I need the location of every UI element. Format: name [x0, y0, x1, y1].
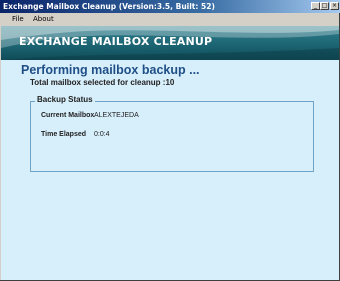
menu-about[interactable]: About — [33, 15, 54, 24]
time-elapsed-value: 0:0:4 — [94, 131, 110, 138]
minimize-button[interactable]: _ — [311, 2, 320, 10]
header-banner: EXCHANGE MAILBOX CLEANUP — [1, 26, 339, 60]
app-window: Exchange Mailbox Cleanup (Version:3.5, B… — [0, 0, 340, 281]
window-title: Exchange Mailbox Cleanup (Version:3.5, B… — [3, 2, 215, 11]
time-elapsed-label: Time Elapsed — [41, 131, 87, 138]
menu-file[interactable]: File — [12, 15, 24, 24]
menu-bar: File About — [0, 13, 339, 26]
banner-title: EXCHANGE MAILBOX CLEANUP — [19, 35, 213, 48]
maximize-button[interactable]: □ — [320, 2, 329, 10]
status-heading: Performing mailbox backup ... — [21, 63, 200, 77]
current-mailbox-label: Current Mailbox — [41, 112, 95, 119]
title-bar[interactable]: Exchange Mailbox Cleanup (Version:3.5, B… — [0, 0, 340, 13]
close-button[interactable]: × — [330, 2, 339, 10]
mailbox-count-text: Total mailbox selected for cleanup :10 — [30, 78, 175, 87]
current-mailbox-value: ALEXTEJEDA — [94, 112, 139, 119]
main-panel: EXCHANGE MAILBOX CLEANUP Performing mail… — [1, 26, 339, 280]
backup-status-legend: Backup Status — [35, 95, 95, 104]
